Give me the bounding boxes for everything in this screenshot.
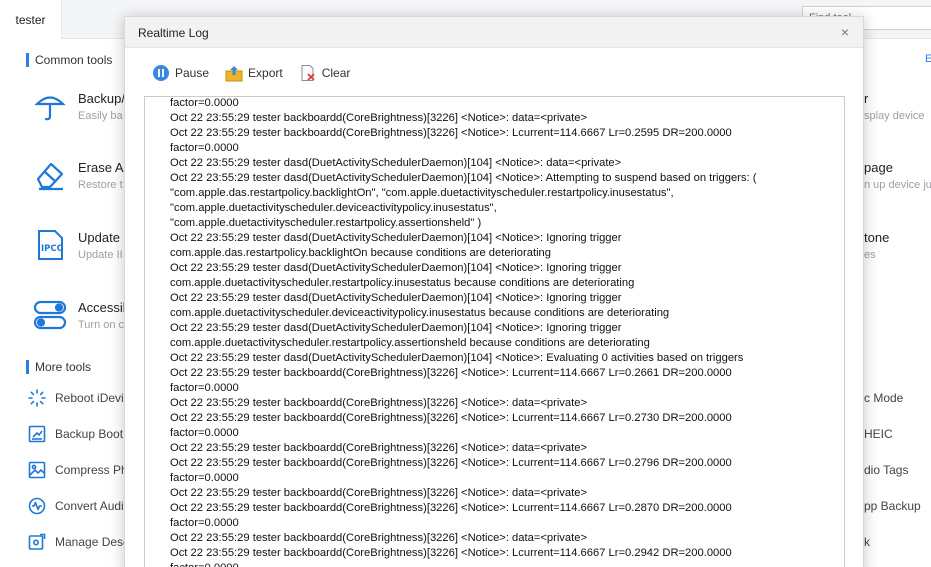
log-line: Oct 22 23:55:29 tester dasd(DuetActivity… xyxy=(170,232,622,244)
tool-backup-boot[interactable]: Backup Boot xyxy=(28,424,138,444)
log-line: Oct 22 23:55:29 tester backboardd(CoreBr… xyxy=(170,532,587,544)
svg-text:IPCC: IPCC xyxy=(41,244,63,254)
tool-name-fragment: k xyxy=(864,535,870,549)
tool-name: Update xyxy=(78,230,120,245)
log-line: Oct 22 23:55:29 tester backboardd(CoreBr… xyxy=(170,487,587,499)
tool-name: Manage Desc xyxy=(55,535,130,549)
log-output-area[interactable]: factor=0.0000 Oct 22 23:55:29 tester back… xyxy=(144,96,845,567)
tool-name-fragment: r xyxy=(864,91,869,106)
log-line: factor=0.0000 xyxy=(170,142,239,154)
log-line: Oct 22 23:55:29 tester backboardd(CoreBr… xyxy=(170,127,732,139)
tool-desc: Restore t xyxy=(78,179,123,191)
tool-name-fragment: dio Tags xyxy=(864,463,909,477)
tool-convert-audio[interactable]: Convert Audi xyxy=(28,496,138,516)
tool-reboot[interactable]: Reboot iDevic xyxy=(28,388,138,408)
tool-name-fragment: pp Backup xyxy=(864,499,921,513)
log-line: factor=0.0000 xyxy=(170,382,239,394)
backup-boot-icon xyxy=(28,425,46,443)
log-line: "com.apple.duetactivityscheduler.restart… xyxy=(170,217,482,229)
tool-desc: Easily ba xyxy=(78,110,123,122)
tool-desc-fragment: n up device ju xyxy=(864,179,931,191)
log-line: Oct 22 23:55:29 tester backboardd(CoreBr… xyxy=(170,547,732,559)
log-line: Oct 22 23:55:29 tester backboardd(CoreBr… xyxy=(170,412,732,424)
convert-audio-icon xyxy=(28,497,46,515)
pause-button[interactable]: Pause xyxy=(152,64,209,82)
tool-name: Reboot iDevic xyxy=(55,391,130,405)
log-line: Oct 22 23:55:29 tester dasd(DuetActivity… xyxy=(170,157,622,169)
log-line: Oct 22 23:55:29 tester dasd(DuetActivity… xyxy=(170,322,622,334)
log-line: Oct 22 23:55:29 tester backboardd(CoreBr… xyxy=(170,367,732,379)
edit-link[interactable]: E xyxy=(925,53,931,65)
tool-name-fragment: tone xyxy=(864,230,890,245)
log-line: com.apple.das.restartpolicy.backlightOn … xyxy=(170,247,552,259)
device-tab-tester[interactable]: tester xyxy=(0,0,62,39)
log-line: factor=0.0000 xyxy=(170,427,239,439)
pause-label: Pause xyxy=(175,66,210,80)
ipcc-icon: IPCC xyxy=(38,230,63,260)
tool-desc-fragment: splay device xyxy=(864,110,925,122)
toggle-icon xyxy=(33,300,67,330)
log-line: com.apple.duetactivityscheduler.deviceac… xyxy=(170,307,670,319)
compress-photo-icon xyxy=(28,461,46,479)
umbrella-icon xyxy=(34,96,66,121)
dialog-title: Realtime Log xyxy=(138,26,209,40)
realtime-log-dialog: Realtime Log × Pause Export Clear factor… xyxy=(124,16,864,567)
clear-label: Clear xyxy=(321,66,351,80)
log-line: com.apple.duetactivityscheduler.restartp… xyxy=(170,337,650,349)
tool-desc: Turn on c xyxy=(78,319,125,331)
log-line: Oct 22 23:55:29 tester dasd(DuetActivity… xyxy=(170,262,622,274)
tool-desc-fragment: es xyxy=(864,249,876,261)
log-line: Oct 22 23:55:29 tester dasd(DuetActivity… xyxy=(170,172,757,184)
clear-icon xyxy=(301,65,315,81)
log-line: factor=0.0000 xyxy=(170,472,239,484)
manage-desc-icon xyxy=(28,533,46,550)
log-line: Oct 22 23:55:29 tester backboardd(CoreBr… xyxy=(170,397,587,409)
export-button[interactable]: Export xyxy=(225,64,283,82)
log-line: factor=0.0000 xyxy=(170,561,830,567)
log-line: "com.apple.das.restartpolicy.backlightOn… xyxy=(170,187,674,199)
tool-name: Backup Boot xyxy=(55,427,124,441)
clear-button[interactable]: Clear xyxy=(299,64,351,82)
export-label: Export xyxy=(248,66,283,80)
eraser-icon xyxy=(36,162,64,191)
log-line: Oct 22 23:55:29 tester dasd(DuetActivity… xyxy=(170,352,744,364)
pause-icon xyxy=(153,65,169,81)
more-tools-heading: More tools xyxy=(26,360,91,374)
tool-name-fragment: HEIC xyxy=(864,427,893,441)
log-line: Oct 22 23:55:29 tester dasd(DuetActivity… xyxy=(170,292,622,304)
close-icon[interactable]: × xyxy=(837,24,853,40)
log-lines: factor=0.0000 Oct 22 23:55:29 tester back… xyxy=(170,97,830,567)
reboot-icon xyxy=(28,389,46,407)
tool-compress-photo[interactable]: Compress Ph xyxy=(28,460,138,480)
tool-name: Backup/ xyxy=(78,91,125,106)
tool-name: Convert Audi xyxy=(55,499,124,513)
dialog-header: Realtime Log × xyxy=(125,17,863,48)
tool-name: Erase A xyxy=(78,160,124,175)
tool-name-fragment: c Mode xyxy=(864,391,904,405)
tool-name: Compress Ph xyxy=(55,463,128,477)
log-line: "com.apple.duetactivityscheduler.devicea… xyxy=(170,202,497,214)
log-toolbar: Pause Export Clear xyxy=(152,63,366,83)
tool-name-fragment: page xyxy=(864,160,893,175)
log-line: factor=0.0000 xyxy=(170,517,239,529)
tool-name: Accessil xyxy=(78,300,126,315)
log-line: Oct 22 23:55:29 tester backboardd(CoreBr… xyxy=(170,502,732,514)
log-line: factor=0.0000 xyxy=(170,97,239,109)
tool-desc: Update II xyxy=(78,249,123,261)
log-line: Oct 22 23:55:29 tester backboardd(CoreBr… xyxy=(170,442,587,454)
log-line: Oct 22 23:55:29 tester backboardd(CoreBr… xyxy=(170,112,587,124)
export-icon xyxy=(225,66,243,82)
log-line: Oct 22 23:55:29 tester backboardd(CoreBr… xyxy=(170,457,732,469)
tool-manage-desc[interactable]: Manage Desc xyxy=(28,532,138,552)
log-line: com.apple.duetactivityscheduler.restartp… xyxy=(170,277,635,289)
common-tools-heading: Common tools xyxy=(26,53,112,67)
